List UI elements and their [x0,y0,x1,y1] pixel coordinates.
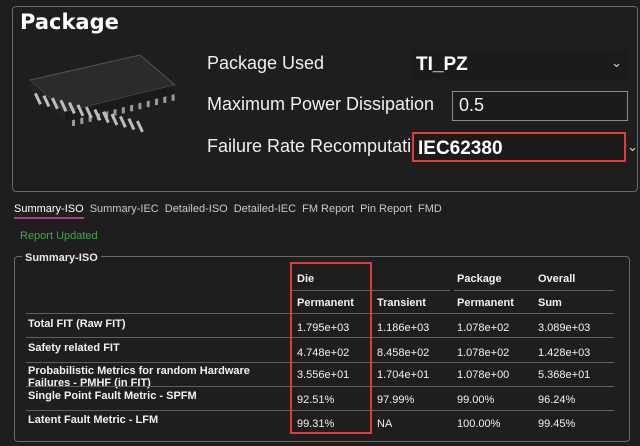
table-cell: 99.45% [538,418,576,430]
tab-detailed-iso[interactable]: Detailed-ISO [165,203,228,219]
row-label-lfm: Latent Fault Metric - LFM [28,414,159,426]
package-used-value: TI_PZ [416,54,468,75]
chevron-down-icon: ⌄ [611,55,622,70]
chevron-down-icon: ⌄ [627,139,638,154]
chip-pin [136,120,144,133]
failure-rate-select[interactable]: IEC62380 ⌄ [412,132,638,162]
chip-pin [127,118,136,131]
row-label-spfm: Single Point Fault Metric - SPFM [28,390,197,402]
subheader-transient: Transient [377,297,426,309]
table-cell: 1.186e+03 [377,322,430,334]
package-title: Package [20,10,119,34]
tab-pin-report[interactable]: Pin Report [360,203,412,219]
max-power-input[interactable]: 0.5 [452,91,628,121]
table-cell: NA [377,418,393,430]
ic-chip-icon [28,54,177,133]
failure-rate-label: Failure Rate Recomputation [207,136,432,156]
table-cell: 97.99% [377,394,415,406]
status-text: Report Updated [20,230,98,242]
package-used-select[interactable]: TI_PZ ⌄ [412,50,628,80]
tab-detailed-iec[interactable]: Detailed-IEC [234,203,296,219]
table-cell: 3.089e+03 [538,322,591,334]
die-column-highlight [290,262,372,434]
table-cell: 1.704e+01 [377,369,430,381]
chip-pin [119,115,127,128]
table-cell: 8.458e+02 [377,347,430,359]
row-label-safety-fit: Safety related FIT [28,342,120,354]
table-cell: 1.078e+02 [457,347,510,359]
tab-summary-iso[interactable]: Summary-ISO [14,203,84,219]
table-cell: 96.24% [538,394,576,406]
header-package: Package [457,273,502,285]
subheader-sum: Sum [538,297,562,309]
max-power-label: Maximum Power Dissipation [207,94,435,114]
failure-rate-value: IEC62380 [418,138,503,159]
table-cell: 1.428e+03 [538,347,591,359]
tab-fmd[interactable]: FMD [418,203,442,219]
summary-title: Summary-ISO [22,252,101,264]
tab-fm-report[interactable]: FM Report [302,203,354,219]
table-cell: 100.00% [457,418,501,430]
header-divider [454,290,614,291]
report-tabs: Summary-ISO Summary-IEC Detailed-ISO Det… [14,203,448,219]
row-label-total-fit: Total FIT (Raw FIT) [28,318,126,330]
header-overall: Overall [538,273,576,285]
table-cell: 1.078e+02 [457,322,510,334]
package-used-label: Package Used [207,53,325,73]
table-cell: 1.078e+00 [457,369,510,381]
subheader-package-permanent: Permanent [457,297,514,309]
tab-summary-iec[interactable]: Summary-IEC [90,203,159,219]
table-cell: 99.00% [457,394,495,406]
table-cell: 5.368e+01 [538,369,591,381]
